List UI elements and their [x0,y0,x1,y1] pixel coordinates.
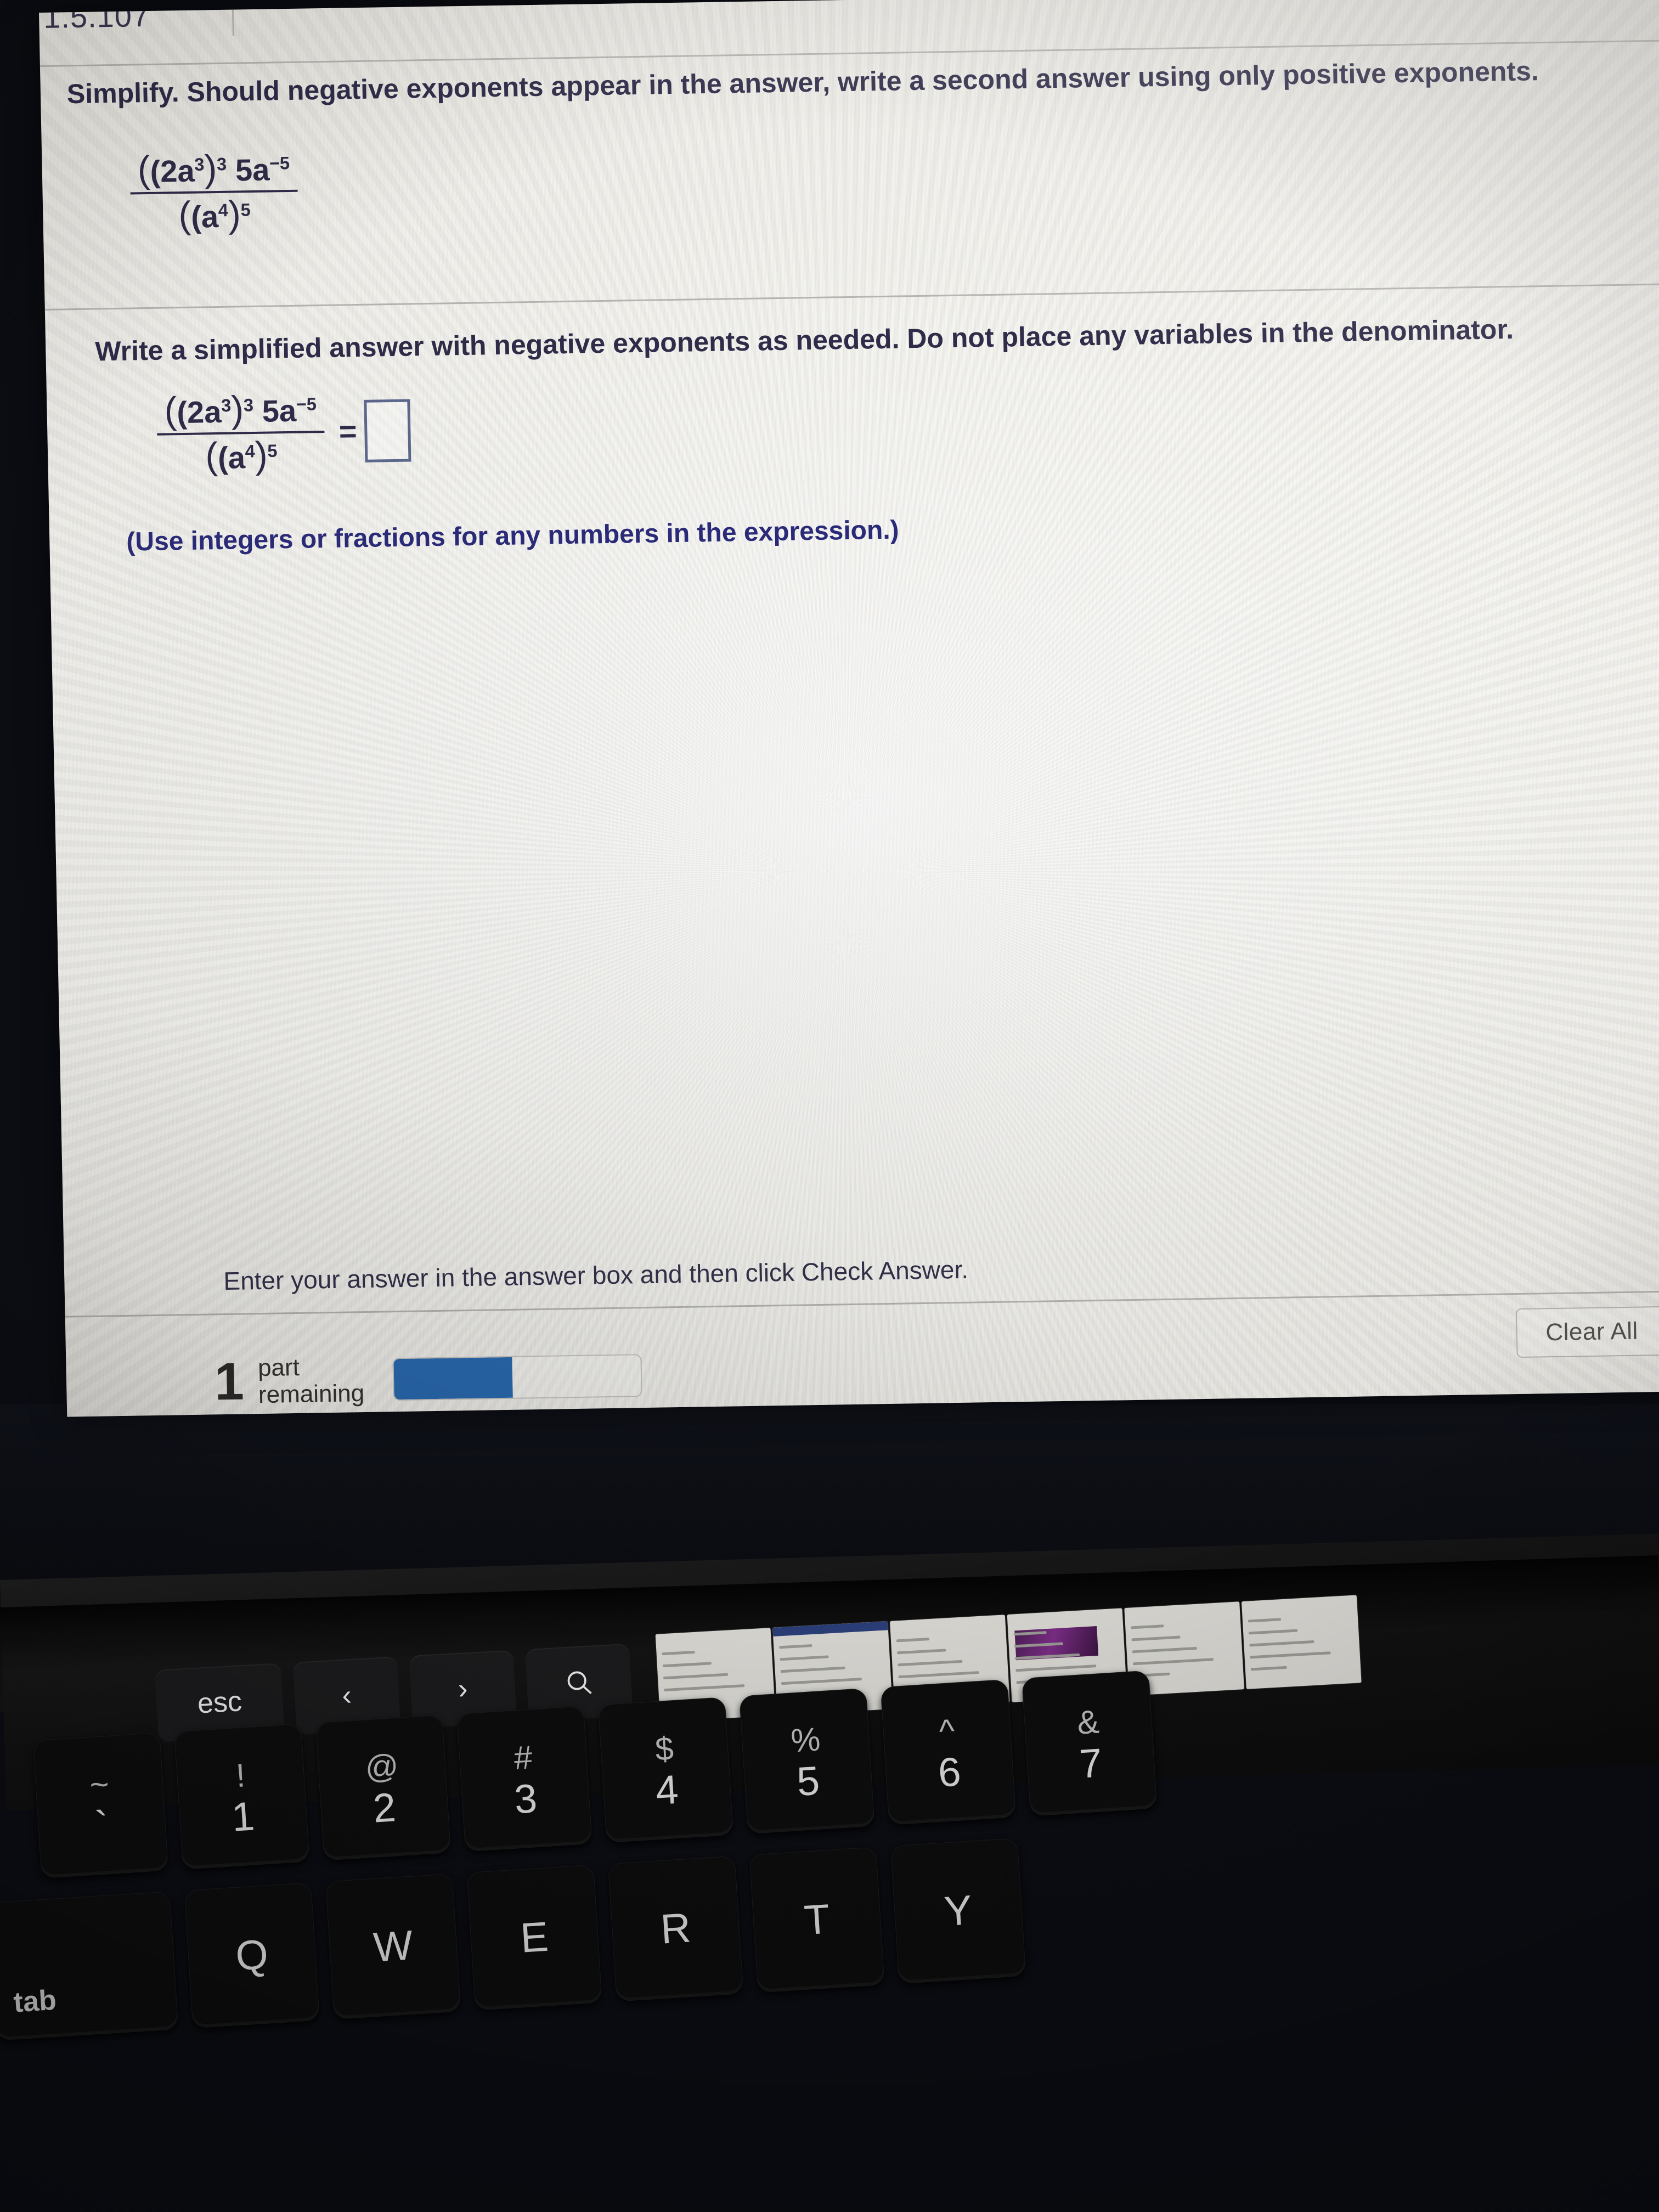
answer-numerator: ((2a3)3 5a−5 [163,388,317,432]
key-4[interactable]: $4 [597,1697,734,1843]
key-w[interactable]: W [325,1873,461,2019]
answer-instruction: Write a simplified answer with negative … [94,313,1514,367]
key-5[interactable]: % 5 [739,1688,875,1834]
key-backtick[interactable]: ~ ` [32,1732,169,1878]
progress-bar-fill [393,1357,513,1400]
equals-sign: = [338,414,358,449]
answer-expression-row: ((2a3)3 5a−5 ((a4)5 = [156,386,411,479]
num-exp-outer: 3 [216,154,227,174]
key-primary-label: 5 [795,1757,821,1805]
courseware-page: 1.5.107 Simplify. Should negative expone… [39,0,1659,1417]
key-primary-label: W [372,1922,415,1971]
key-primary-label: Y [943,1887,974,1936]
key-primary-label: R [659,1904,692,1953]
key-primary-label: tab [12,1984,58,2019]
ans-den-base: (a [217,439,246,475]
key-primary-label: ` [93,1802,110,1849]
parts-remaining-label: part remaining [258,1353,365,1409]
header-divider [232,0,234,36]
den-exp-inner: 4 [218,200,229,221]
key-e[interactable]: E [466,1864,602,2011]
key-t[interactable]: T [749,1847,885,1993]
clear-all-button[interactable]: Clear All [1515,1306,1659,1358]
check-answer-footnote: Enter your answer in the answer box and … [223,1255,969,1296]
parts-remaining-group: 1 part remaining [214,1348,642,1412]
key-q[interactable]: Q [184,1882,320,2029]
key-primary-label: 7 [1078,1740,1104,1787]
answer-hint: (Use integers or fractions for any numbe… [126,515,900,557]
key-primary-label: 4 [654,1766,680,1814]
ans-num-coeff: 5a [262,393,297,428]
key-primary-label: T [803,1895,831,1944]
progress-bar[interactable] [392,1354,642,1401]
key-1[interactable]: ! 1 [174,1723,310,1870]
key-2[interactable]: @2 [315,1714,452,1861]
key-r[interactable]: R [607,1855,744,2002]
num-exp-neg: −5 [269,153,290,173]
key-primary-label: Q [234,1931,270,1980]
key-3[interactable]: #3 [456,1706,592,1852]
key-primary-label: 3 [513,1775,539,1822]
den-base: (a [190,199,219,234]
key-primary-label: 6 [936,1748,962,1796]
laptop-screen: 1.5.107 Simplify. Should negative expone… [0,0,1659,1429]
num-coeff: 5a [235,152,270,188]
key-6[interactable]: ^ 6 [880,1679,1017,1825]
answer-denominator: ((a4)5 [205,434,278,477]
divider-middle [44,282,1659,311]
exercise-number: 1.5.107 [43,0,150,35]
parts-label-line2: remaining [258,1380,365,1409]
ans-num-exp-outer: 3 [243,395,254,415]
question-expression: ((2a3)3 5a−5 ((a4)5 [129,146,299,238]
key-primary-label: 2 [371,1784,397,1831]
fraction-numerator: ((2a3)3 5a−5 [137,148,290,191]
key-tab[interactable]: tab [0,1891,179,2041]
ans-num-exp-neg: −5 [296,394,317,415]
fraction-question: ((2a3)3 5a−5 ((a4)5 [129,146,299,238]
ans-num-exp-inner: 3 [221,396,232,416]
fraction-denominator: ((a4)5 [178,193,251,236]
ans-den-exp-inner: 4 [245,441,256,461]
den-exp-outer: 5 [240,200,251,220]
photo-scene: 1.5.107 Simplify. Should negative expone… [0,0,1659,2212]
ans-num-base: (2a [176,394,222,430]
key-7[interactable]: & 7 [1022,1670,1158,1816]
key-primary-label: 1 [230,1793,256,1840]
fraction-answer: ((2a3)3 5a−5 ((a4)5 [156,387,326,479]
parts-label-line1: part [257,1353,300,1382]
answer-input-box[interactable] [364,399,411,462]
key-y[interactable]: Y [890,1838,1026,1984]
num-exp-inner: 3 [194,154,205,175]
parts-remaining-count: 1 [214,1352,245,1412]
num-base: (2a [149,153,195,189]
key-primary-label: E [519,1913,550,1962]
ans-den-exp-outer: 5 [267,441,278,461]
